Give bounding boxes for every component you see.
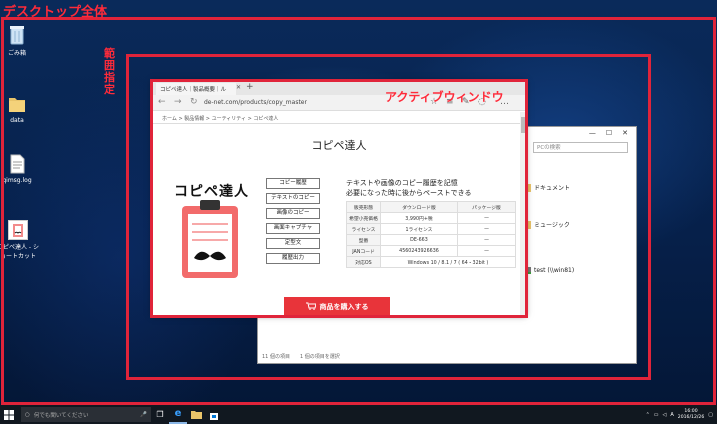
ime-indicator[interactable]: A bbox=[670, 412, 673, 418]
chevron-up-icon[interactable]: ⌃ bbox=[646, 412, 650, 418]
notification-icon[interactable]: ▢ bbox=[708, 412, 713, 418]
store-icon[interactable] bbox=[205, 405, 223, 424]
start-button[interactable] bbox=[0, 405, 18, 424]
taskbar-search-input[interactable]: ○ 何でも聞いてください 🎤 bbox=[21, 407, 151, 422]
active-window-label: アクティブウィンドウ bbox=[385, 90, 504, 104]
file-explorer-icon[interactable] bbox=[187, 405, 205, 424]
system-tray: ⌃ ▭ ◁ A 16:00 2016/12/26 ▢ bbox=[646, 405, 713, 424]
taskbar: ○ 何でも聞いてください 🎤 ❐ e ⌃ ▭ ◁ A 16:00 2016/12… bbox=[0, 405, 717, 424]
search-icon: ○ bbox=[25, 411, 30, 418]
taskbar-clock[interactable]: 16:00 2016/12/26 bbox=[678, 409, 704, 421]
range-label: 範囲指定 bbox=[104, 47, 115, 96]
task-view-icon[interactable]: ❐ bbox=[151, 405, 169, 424]
windows-logo-icon bbox=[4, 409, 14, 420]
network-icon[interactable]: ▭ bbox=[654, 412, 659, 418]
volume-icon[interactable]: ◁ bbox=[663, 412, 667, 418]
desktop-label: デスクトップ全体 bbox=[3, 5, 108, 20]
microphone-icon[interactable]: 🎤 bbox=[140, 412, 147, 418]
active-window-frame bbox=[150, 79, 528, 318]
edge-icon[interactable]: e bbox=[169, 405, 187, 424]
